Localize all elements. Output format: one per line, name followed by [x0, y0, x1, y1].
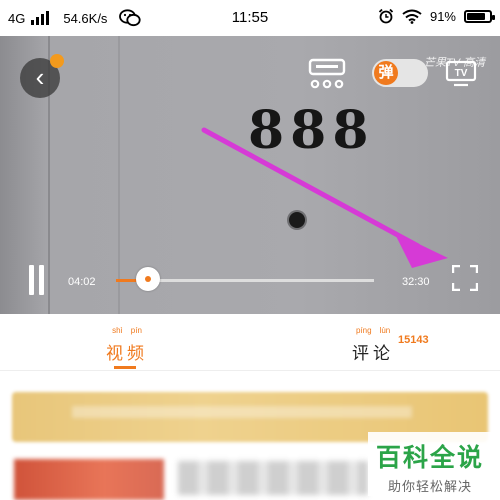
cast-tv-icon[interactable]: TV — [444, 58, 478, 88]
pinyin: lùn — [379, 326, 391, 335]
cast-tv-label: TV — [455, 68, 468, 79]
battery-level — [467, 12, 485, 20]
fullscreen-icon[interactable] — [452, 265, 478, 291]
tab-bar: shì pín 视频 píng lùn 评论 15143 — [0, 314, 500, 371]
site-watermark-sub: 助你轻松解决 — [387, 479, 472, 494]
wifi-icon — [402, 9, 422, 24]
battery-icon — [464, 9, 495, 23]
active-tab-indicator — [114, 366, 136, 369]
app-badge-icon — [50, 54, 64, 68]
danmaku-toggle[interactable]: 弹 — [372, 59, 428, 87]
status-bar: 4G 54.6K/s 11:55 91% — [0, 0, 500, 36]
video-player[interactable]: 888 ‹ 弹 芒果TV 高清 TV 04:02 32:30 — [0, 36, 500, 314]
progress-knob[interactable] — [135, 267, 160, 291]
site-watermark: 百科全说 助你轻松解决 — [368, 432, 492, 496]
status-right: 91% — [378, 8, 495, 24]
alarm-clock-icon — [378, 8, 394, 24]
back-arrow-icon: ‹ — [35, 62, 45, 92]
pinyin: shì — [112, 326, 123, 335]
tab-video-pinyin: shì pín — [100, 314, 154, 338]
comment-count: 15143 — [398, 334, 429, 346]
pinyin: píng — [356, 326, 372, 335]
site-watermark-main: 百科全说 — [375, 444, 484, 472]
current-time: 04:02 — [68, 276, 96, 288]
total-time: 32:30 — [402, 276, 430, 288]
video-item-text — [178, 461, 368, 495]
tab-comments[interactable]: píng lùn 评论 15143 — [352, 314, 442, 370]
promo-banner-text — [72, 406, 412, 418]
video-thumbnail[interactable] — [14, 459, 164, 500]
tab-video[interactable]: shì pín 视频 — [100, 314, 154, 370]
tab-video-label: 视频 — [106, 344, 148, 363]
pinyin: pín — [130, 326, 142, 335]
danmaku-knob: 弹 — [374, 61, 398, 85]
pause-button[interactable] — [26, 265, 46, 295]
battery-percent: 91% — [429, 8, 456, 24]
danmaku-settings-icon[interactable] — [307, 58, 347, 90]
